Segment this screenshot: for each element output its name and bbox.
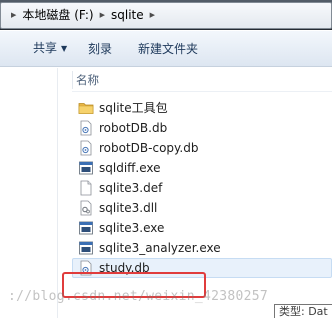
navigation-pane-divider[interactable] — [57, 68, 58, 318]
db-file-icon — [78, 120, 94, 136]
column-header-name[interactable]: 名称 — [72, 68, 332, 92]
list-item[interactable]: sqlite3.dll — [72, 198, 332, 218]
address-bar: ▶ 本地磁盘 (F:) ▶ sqlite ▶ — [0, 0, 332, 30]
list-item[interactable]: robotDB-copy.db — [72, 138, 332, 158]
dll-file-icon — [78, 200, 94, 216]
list-item[interactable]: sqldiff.exe — [72, 158, 332, 178]
chevron-right-icon[interactable]: ▶ — [94, 12, 111, 19]
new-folder-button[interactable]: 新建文件夹 — [138, 31, 198, 67]
share-button[interactable]: 共享 ▼ — [33, 30, 67, 67]
blank-file-icon — [78, 180, 94, 196]
list-item[interactable]: sqlite3.def — [72, 178, 332, 198]
column-header-label: 名称 — [76, 73, 99, 87]
list-item[interactable]: sqlite3_analyzer.exe — [72, 238, 332, 258]
file-name: robotDB.db — [99, 121, 168, 135]
exe-file-icon — [78, 160, 94, 176]
list-item[interactable]: sqlite工具包 — [72, 98, 332, 118]
folder-icon — [78, 100, 94, 116]
chevron-right-icon[interactable]: ▶ — [144, 12, 161, 19]
file-name: sqlite3.dll — [99, 201, 158, 215]
exe-file-icon — [78, 220, 94, 236]
watermark: ://blog.csdn.net/weixin_42380257 — [8, 289, 269, 304]
file-name: sqlite3.def — [99, 181, 163, 195]
command-bar: 共享 ▼ 刻录 新建文件夹 — [0, 31, 332, 67]
file-pane: 名称 sqlite工具包 robotDB.db robotDB-copy.db … — [0, 68, 332, 318]
dropdown-arrow-icon: ▼ — [61, 44, 68, 53]
column-separator — [72, 71, 73, 89]
list-item[interactable]: robotDB.db — [72, 118, 332, 138]
file-name: sqlite3.exe — [99, 221, 165, 235]
db-file-icon — [78, 140, 94, 156]
breadcrumb[interactable]: ▶ 本地磁盘 (F:) ▶ sqlite ▶ — [0, 2, 332, 29]
share-label: 共享 — [33, 41, 58, 55]
burn-button[interactable]: 刻录 — [88, 31, 112, 67]
header-divider — [72, 91, 332, 92]
breadcrumb-item-drive[interactable]: 本地磁盘 (F:) — [22, 2, 93, 29]
file-list: sqlite工具包 robotDB.db robotDB-copy.db sql… — [72, 98, 332, 278]
tooltip: 类型: Dat — [274, 304, 332, 318]
exe-file-icon — [78, 240, 94, 256]
chevron-right-icon[interactable]: ▶ — [5, 12, 22, 19]
file-name: sqlite3_analyzer.exe — [99, 241, 221, 255]
file-name: sqlite工具包 — [99, 101, 168, 115]
file-name: sqldiff.exe — [99, 161, 161, 175]
file-name: robotDB-copy.db — [99, 141, 199, 155]
breadcrumb-item-folder[interactable]: sqlite — [111, 2, 144, 29]
list-item[interactable]: sqlite3.exe — [72, 218, 332, 238]
